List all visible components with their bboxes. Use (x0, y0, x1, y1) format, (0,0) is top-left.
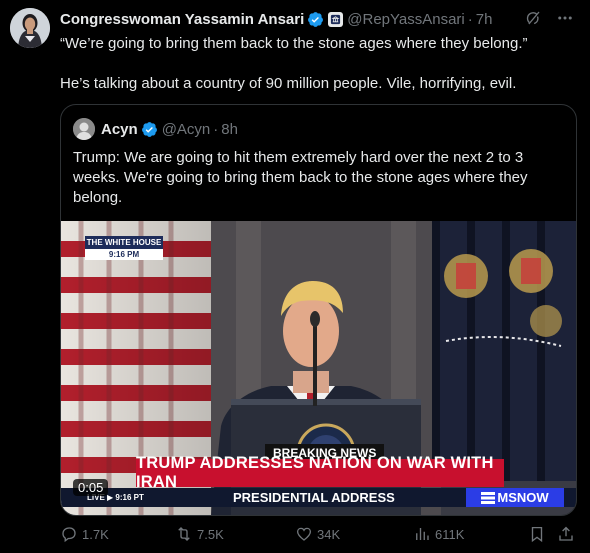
live-time: 9:16 (115, 493, 132, 502)
repost-button[interactable]: 7.5K (175, 525, 224, 543)
like-button[interactable]: 34K (295, 525, 340, 543)
separator-dot: · (213, 120, 219, 138)
author-name[interactable]: Congresswoman Yassamin Ansari (60, 11, 304, 28)
quoted-tweet[interactable]: Acyn @Acyn · 8h Trump: We are going to h… (60, 104, 577, 516)
video-player[interactable]: THE WHITE HOUSE 9:16 PM BREAKING NEWS TR… (61, 221, 576, 515)
quoted-author-avatar[interactable] (73, 118, 95, 140)
tweet-header: Congresswoman Yassamin Ansari @RepYassAn… (60, 9, 574, 29)
tweet: Congresswoman Yassamin Ansari @RepYassAn… (0, 0, 590, 553)
verified-badge-icon (308, 11, 324, 27)
post-time[interactable]: 7h (476, 11, 493, 28)
bookmark-button[interactable] (528, 525, 546, 543)
live-zone: PT (133, 493, 144, 502)
repost-icon (178, 527, 190, 541)
quoted-author-handle[interactable]: @Acyn (162, 121, 211, 138)
tweet-text-comment-line: He’s talking about a country of 90 milli… (60, 75, 517, 92)
author-handle[interactable]: @RepYassAnsari (347, 11, 465, 28)
views-count: 611K (435, 526, 465, 542)
location-tag-title: THE WHITE HOUSE (85, 236, 163, 249)
government-label-icon (328, 11, 344, 27)
reply-button[interactable]: 1.7K (60, 525, 109, 543)
quoted-author-name[interactable]: Acyn (101, 121, 138, 138)
quoted-post-time[interactable]: 8h (221, 121, 238, 138)
quoted-tweet-text: Trump: We are going to hit them extremel… (73, 149, 528, 206)
live-arrow-icon: ▶ (107, 493, 114, 502)
views-icon (416, 528, 429, 540)
action-bar: 1.7K 7.5K 34K 611K (60, 524, 575, 544)
verified-badge-icon (141, 121, 157, 137)
repost-count: 7.5K (197, 526, 224, 542)
reply-icon (62, 527, 76, 543)
chyron-headline: TRUMP ADDRESSES NATION ON WAR WITH IRAN (136, 454, 504, 491)
share-icon (559, 526, 573, 541)
tweet-text-quote-line: “We’re going to bring them back to the s… (60, 35, 528, 52)
bookmark-icon (531, 526, 543, 543)
quoted-tweet-header: Acyn @Acyn · 8h (73, 118, 238, 140)
network-name: MSNOW (497, 490, 549, 505)
share-button[interactable] (557, 525, 575, 543)
network-logo: MSNOW (466, 488, 564, 507)
network-logo-icon (481, 491, 496, 504)
author-avatar[interactable] (10, 8, 50, 48)
grok-icon[interactable] (524, 9, 542, 31)
reply-count: 1.7K (82, 526, 109, 542)
header-actions (524, 9, 574, 31)
like-count: 34K (317, 526, 341, 542)
video-timestamp: 0:05 (73, 479, 109, 496)
chyron-subheadline: PRESIDENTIAL ADDRESS (233, 490, 395, 505)
separator-dot: · (467, 10, 473, 28)
heart-icon (296, 527, 312, 541)
more-icon[interactable] (556, 9, 574, 31)
location-tag-time: 9:16 PM (85, 249, 163, 260)
tweet-text: “We’re going to bring them back to the s… (60, 34, 575, 94)
location-tag: THE WHITE HOUSE 9:16 PM (85, 236, 163, 260)
views-button[interactable]: 611K (413, 525, 464, 543)
